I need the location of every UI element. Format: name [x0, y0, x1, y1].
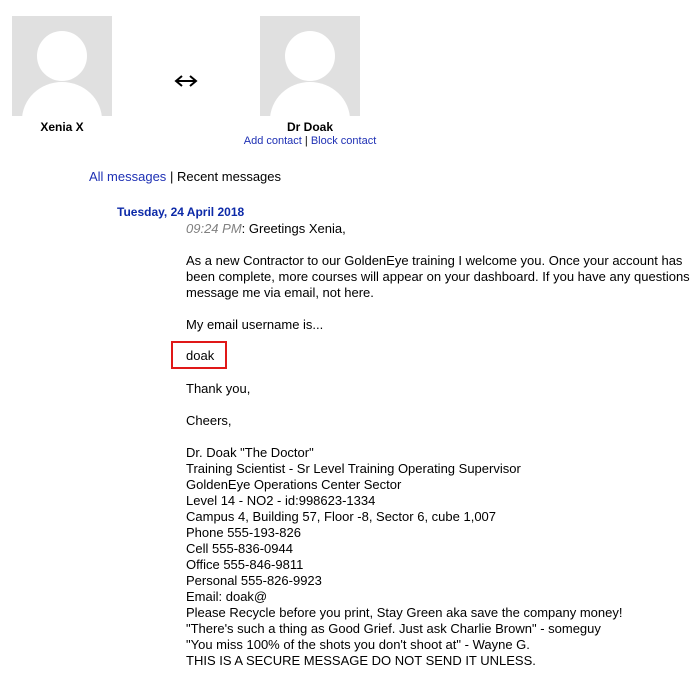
message-line: message me via email, not here. — [186, 285, 374, 300]
signature-line: GoldenEye Operations Center Sector — [186, 477, 402, 492]
thanks-line: Thank you, — [186, 381, 251, 396]
cheers-line: Cheers, — [186, 413, 232, 428]
signature-line: Please Recycle before you print, Stay Gr… — [186, 605, 623, 620]
signature-line: THIS IS A SECURE MESSAGE DO NOT SEND IT … — [186, 653, 536, 668]
tab-all-messages[interactable]: All messages — [89, 169, 166, 184]
message-filter-tabs: All messages | Recent messages — [89, 169, 281, 184]
message-header-line: 09:24 PM: Greetings Xenia, — [186, 221, 694, 237]
avatar-xenia — [12, 16, 112, 116]
avatar-dr-doak — [260, 16, 360, 116]
message-greeting: : Greetings Xenia, — [241, 221, 346, 236]
signature-line: Level 14 - NO2 - id:998623-1334 — [186, 493, 376, 508]
signature-line: Training Scientist - Sr Level Training O… — [186, 461, 521, 476]
signature-line: Cell 555-836-0944 — [186, 541, 293, 556]
signature-line: Email: doak@ — [186, 589, 268, 604]
signature-line: Phone 555-193-826 — [186, 525, 301, 540]
left-right-arrow-icon — [172, 70, 200, 92]
email-intro-line: My email username is... — [186, 317, 324, 332]
contact-actions: Add contact | Block contact — [210, 135, 410, 147]
contact-name-xenia: Xenia X — [40, 120, 84, 134]
message-signature-block: Thank you, Cheers, Dr. Doak "The Doctor"… — [186, 381, 694, 669]
contact-name-dr-doak: Dr Doak — [286, 120, 333, 134]
conversation-date: Tuesday, 24 April 2018 — [117, 205, 245, 219]
add-contact-link[interactable]: Add contact — [244, 135, 302, 147]
block-contact-link[interactable]: Block contact — [311, 135, 376, 147]
link-separator: | — [304, 135, 308, 147]
tab-separator: | — [169, 169, 174, 184]
signature-line: Dr. Doak "The Doctor" — [186, 445, 314, 460]
message-body: 09:24 PM: Greetings Xenia, As a new Cont… — [186, 221, 694, 333]
user-silhouette-icon — [12, 16, 112, 116]
signature-line: "You miss 100% of the shots you don't sh… — [186, 637, 530, 652]
tab-recent-messages: Recent messages — [176, 169, 282, 184]
message-line: been complete, more courses will appear … — [186, 269, 690, 284]
signature-line: Personal 555-826-9923 — [186, 573, 322, 588]
message-line: As a new Contractor to our GoldenEye tra… — [186, 253, 683, 268]
email-username: doak — [186, 348, 215, 363]
message-time: 09:24 PM — [186, 221, 242, 236]
signature-line: Campus 4, Building 57, Floor -8, Sector … — [186, 509, 497, 524]
user-silhouette-icon — [260, 16, 360, 116]
signature-line: "There's such a thing as Good Grief. Jus… — [186, 621, 601, 636]
signature-line: Office 555-846-9811 — [186, 557, 304, 572]
